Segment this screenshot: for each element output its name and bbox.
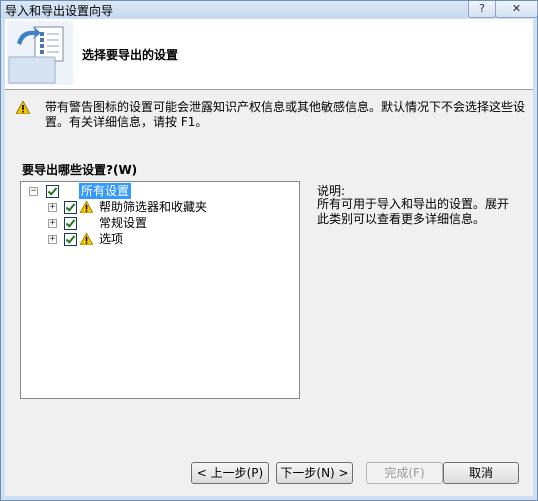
help-button[interactable]: ? (468, 1, 496, 18)
warning-icon (16, 101, 30, 114)
tree-node-label[interactable]: 选项 (99, 231, 123, 247)
page-title: 选择要导出的设置 (82, 48, 179, 62)
tree-node-options[interactable]: + 选项 (21, 231, 297, 247)
tree-node-help-filters[interactable]: + 帮助筛选器和收藏夹 (21, 199, 297, 215)
wizard-window: 导入和导出设置向导 ? ✕ 选择要导出的设置 带有警告图标的设置可能会泄露知识产… (0, 0, 538, 501)
all-settings-checkbox[interactable] (46, 185, 59, 198)
settings-tree[interactable]: − 所有设置 + 帮助筛选器和收藏夹 + 常规设置 + 选项 (20, 181, 300, 399)
expand-icon[interactable]: + (48, 203, 57, 212)
options-checkbox[interactable] (64, 233, 77, 246)
next-button[interactable]: 下一步(N) > (276, 462, 353, 484)
window-title: 导入和导出设置向导 (5, 4, 114, 18)
finish-button[interactable]: 完成(F) (366, 462, 443, 484)
wizard-content: 带有警告图标的设置可能会泄露知识产权信息或其他敏感信息。默认情况下不会选择这些设… (5, 90, 533, 496)
warning-icon (80, 233, 93, 245)
warning-icon (80, 201, 93, 213)
help-filters-checkbox[interactable] (64, 201, 77, 214)
tree-node-label[interactable]: 常规设置 (99, 215, 147, 231)
warning-text: 带有警告图标的设置可能会泄露知识产权信息或其他敏感信息。默认情况下不会选择这些设… (45, 100, 526, 129)
collapse-icon[interactable]: − (29, 187, 38, 196)
export-document-icon (7, 21, 73, 85)
tree-node-label[interactable]: 帮助筛选器和收藏夹 (99, 199, 207, 215)
close-button[interactable]: ✕ (495, 1, 538, 18)
tree-node-general-settings[interactable]: + 常规设置 (21, 215, 297, 231)
tree-node-label[interactable]: 所有设置 (79, 183, 132, 199)
expand-icon[interactable]: + (48, 219, 57, 228)
settings-tree-label: 要导出哪些设置?(W) (22, 163, 138, 177)
back-button[interactable]: < 上一步(P) (191, 462, 269, 484)
description-text: 所有可用于导入和导出的设置。展开此类别可以查看更多详细信息。 (317, 197, 510, 226)
cancel-button[interactable]: 取消 (443, 462, 519, 484)
wizard-header: 选择要导出的设置 (5, 19, 533, 90)
tree-node-all-settings[interactable]: − 所有设置 (21, 183, 297, 199)
title-bar[interactable]: 导入和导出设置向导 ? ✕ (1, 1, 538, 18)
general-settings-checkbox[interactable] (64, 217, 77, 230)
expand-icon[interactable]: + (48, 235, 57, 244)
